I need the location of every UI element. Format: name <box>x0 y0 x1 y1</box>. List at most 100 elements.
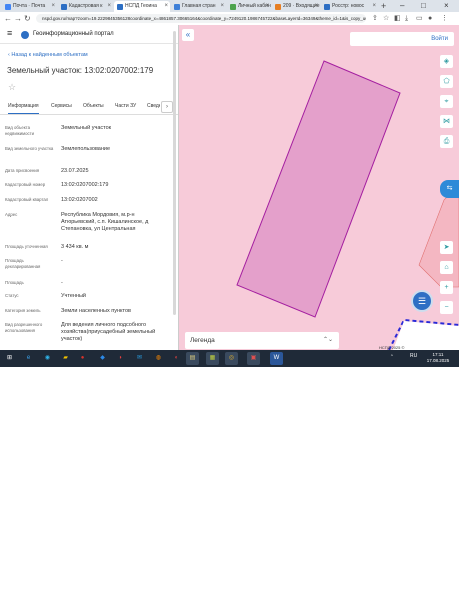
forward-icon[interactable]: → <box>14 13 22 24</box>
print-tool-icon[interactable]: ⎙ <box>440 135 453 148</box>
close-icon[interactable]: × <box>220 1 224 12</box>
close-icon[interactable]: × <box>51 1 55 12</box>
address-bar: ← → ↻ nspd.gov.ru/map?zoom=19.2229845356… <box>0 12 459 26</box>
close-icon[interactable]: × <box>265 1 269 12</box>
login-button[interactable]: Войти <box>431 35 448 43</box>
tab-mail[interactable]: Почта · Почта × <box>2 1 57 12</box>
window-close-icon[interactable]: × <box>444 0 449 12</box>
portal-header: ≡ Геоинформационный портал <box>0 25 178 44</box>
tab-label: Росстр: новос <box>332 3 365 9</box>
panel-scrollbar[interactable] <box>173 31 176 315</box>
folder-icon[interactable]: ▰ <box>59 352 72 365</box>
reload-icon[interactable]: ↻ <box>24 13 31 24</box>
share-icon[interactable]: ⇪ <box>372 13 378 24</box>
mail-icon <box>5 4 11 10</box>
app-icon[interactable]: ✉ <box>133 352 146 365</box>
app-icon[interactable]: ◐ <box>170 352 183 365</box>
field-label: Площадь <box>5 280 24 285</box>
map-top-bar[interactable]: Войти <box>350 32 454 46</box>
chrome-icon[interactable]: ◎ <box>225 352 238 365</box>
field-value: Земли населенных пунктов <box>61 308 131 314</box>
language-indicator[interactable]: RU <box>410 353 417 359</box>
tab-cadastral-map[interactable]: Кадастровая к × <box>58 1 113 12</box>
collapse-panel-button[interactable]: « <box>182 29 194 41</box>
bookmark-star-icon[interactable]: ☆ <box>383 13 389 24</box>
tab-label: НСПД Геоина <box>125 3 157 9</box>
tray-icon[interactable]: ◔ <box>390 353 393 359</box>
app-icon[interactable]: ▣ <box>247 352 260 365</box>
legend-label: Легенда <box>190 337 215 344</box>
back-to-results-link[interactable]: ‹ Назад к найденным объектам <box>8 52 88 58</box>
profile-avatar-icon[interactable]: ● <box>428 13 432 24</box>
tab-inbox[interactable]: 209 · Входящие × <box>272 1 320 12</box>
share-tool-icon[interactable]: ⋈ <box>440 115 453 128</box>
land-parcel-highlighted[interactable] <box>236 60 401 318</box>
hamburger-menu-icon[interactable]: ≡ <box>7 28 12 38</box>
tab-cabinet[interactable]: Личный кабин × <box>227 1 271 12</box>
tab-rosreestr[interactable]: Росстр: новос × <box>321 1 378 12</box>
app-icon[interactable]: ◆ <box>96 352 109 365</box>
field-label: Статус <box>5 293 19 298</box>
locate-icon[interactable]: ➤ <box>440 241 453 254</box>
tab-details[interactable]: Сведения <box>147 103 160 110</box>
field-label: Площадь декларированная <box>5 258 41 269</box>
map-view[interactable]: « Войти ◈ ⬠ ⌖ ⋈ ⎙ ⇆ ➤ ⌂ + − ☰ Легенда ⌃⌄… <box>179 25 459 350</box>
field-value: 13:02:0207002:179 <box>61 182 109 188</box>
nspd-icon <box>117 4 123 10</box>
app-icon[interactable]: ◉ <box>41 352 54 365</box>
system-clock[interactable]: 17:11 17.08.2025 <box>423 352 453 364</box>
yandex-icon[interactable]: ● <box>76 352 89 365</box>
close-icon[interactable]: × <box>164 1 168 12</box>
field-value: - <box>61 280 63 286</box>
explorer-icon[interactable]: ▤ <box>186 352 199 365</box>
edge-icon[interactable]: e <box>22 352 35 365</box>
url-field[interactable]: nspd.gov.ru/map?zoom=19.2229845356128coo… <box>36 14 366 23</box>
home-icon[interactable]: ⌂ <box>440 261 453 274</box>
windows-start-icon[interactable]: ⊞ <box>3 352 16 365</box>
firefox-icon[interactable]: ◍ <box>152 352 165 365</box>
close-icon[interactable]: × <box>372 1 376 12</box>
extension-icon[interactable]: ◧ <box>394 13 401 24</box>
app-icon[interactable]: ▦ <box>206 352 219 365</box>
maximize-icon[interactable]: □ <box>421 0 426 12</box>
layers-tool-icon[interactable]: ◈ <box>440 55 453 68</box>
zoom-in-icon[interactable]: + <box>440 281 453 294</box>
measure-tool-icon[interactable]: ⌖ <box>440 95 453 108</box>
field-value: 23.07.2025 <box>61 168 89 174</box>
field-value: Республика Мордовия, м.р-н Атюрьевский, … <box>61 212 149 232</box>
close-icon[interactable]: × <box>314 1 318 12</box>
field-label: Адрес <box>5 212 18 217</box>
favorite-star-icon[interactable]: ☆ <box>8 82 16 92</box>
back-icon[interactable]: ← <box>4 13 12 24</box>
back-link-label: Назад к найденным объектам <box>11 52 88 58</box>
chevron-right-icon[interactable]: › <box>161 101 173 113</box>
menu-kebab-icon[interactable]: ⋮ <box>441 13 448 24</box>
close-icon[interactable]: × <box>107 1 111 12</box>
draw-tool-icon[interactable]: ⬠ <box>440 75 453 88</box>
legend-dropdown[interactable]: Легенда ⌃⌄ <box>185 332 339 349</box>
tab-information[interactable]: Информация <box>8 103 39 114</box>
field-value: - <box>61 258 63 264</box>
tab-services[interactable]: Сервисы <box>51 103 72 110</box>
browser-tab-bar: Почта · Почта × Кадастровая к × НСПД Гео… <box>0 0 459 12</box>
minimize-icon[interactable]: – <box>400 0 404 12</box>
tab-main-page[interactable]: Главная стран × <box>171 1 226 12</box>
tab-nspd[interactable]: НСПД Геоина × <box>114 1 170 12</box>
field-label: Вид земельного участка <box>5 146 54 151</box>
field-label: Площадь уточненная <box>5 244 48 249</box>
download-icon[interactable]: ⤓ <box>405 13 408 24</box>
tab-objects[interactable]: Объекты <box>83 103 104 110</box>
new-tab-button[interactable]: + <box>381 1 386 11</box>
sidebar-icon[interactable]: ▭ <box>416 13 423 24</box>
field-value: Земельный участок <box>61 125 112 131</box>
field-value: 13:02:0207002 <box>61 197 98 203</box>
word-icon[interactable]: W <box>270 352 283 365</box>
tab-parts[interactable]: Части ЗУ <box>115 103 136 110</box>
zoom-out-icon[interactable]: − <box>440 301 453 314</box>
taskbar: ⊞ e ◉ ▰ ● ◆ ◗ ✉ ◍ ◐ ▤ ▦ ◎ ▣ W ◔ RU 17:11… <box>0 350 459 367</box>
info-panel: ≡ Геоинформационный портал ‹ Назад к най… <box>0 25 179 350</box>
sidebar-toggle-icon[interactable]: ⇆ <box>440 180 459 198</box>
chat-bubble-icon[interactable]: ☰ <box>411 290 433 312</box>
field-label: Кадастровый квартал <box>5 197 49 202</box>
app-icon[interactable]: ◗ <box>114 352 127 365</box>
